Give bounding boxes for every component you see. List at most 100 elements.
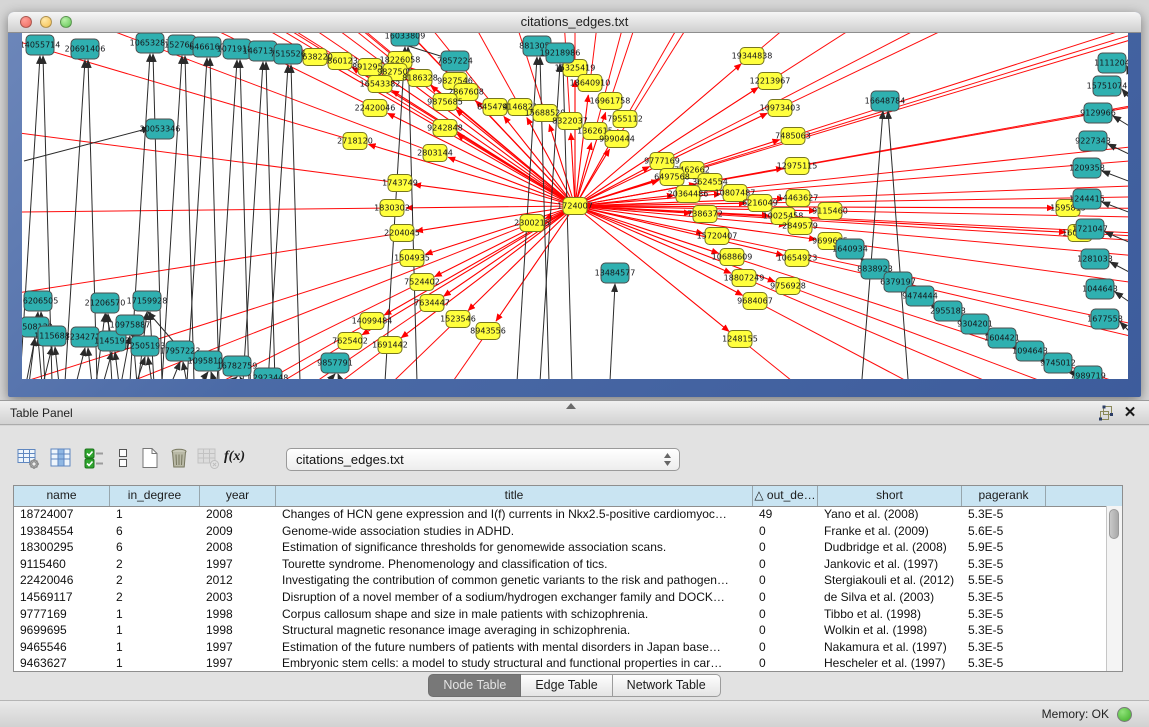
float-panel-button[interactable] bbox=[1097, 405, 1115, 422]
graph-node[interactable]: 13484577 bbox=[595, 263, 636, 283]
import-table-button[interactable] bbox=[196, 446, 220, 470]
graph-node[interactable]: 7485063 bbox=[775, 128, 811, 145]
graph-node[interactable]: 2955183 bbox=[930, 301, 966, 321]
row-height-button[interactable] bbox=[111, 446, 135, 470]
window-titlebar[interactable]: citations_edges.txt bbox=[8, 12, 1141, 33]
graph-node[interactable]: 17159928 bbox=[127, 291, 168, 311]
graph-node[interactable]: 7634447 bbox=[414, 295, 450, 312]
column-header-out_degree[interactable]: △ out_de… bbox=[753, 486, 818, 506]
graph-node[interactable]: 12213967 bbox=[750, 73, 791, 90]
graph-node[interactable]: 7515526 bbox=[270, 44, 306, 64]
graph-node[interactable]: 21206570 bbox=[85, 293, 126, 313]
graph-node[interactable]: 9304201 bbox=[957, 314, 993, 334]
graph-node[interactable]: 10654923 bbox=[777, 250, 818, 267]
svg-text:15325419: 15325419 bbox=[555, 64, 596, 73]
graph-node[interactable]: 10688609 bbox=[712, 249, 753, 266]
show-column-button[interactable] bbox=[49, 446, 73, 470]
graph-node[interactable]: 1743749 bbox=[382, 175, 418, 192]
graph-node[interactable]: 1721047 bbox=[1072, 219, 1108, 239]
network-canvas[interactable]: 1724007886012389129551822605898275031654… bbox=[22, 33, 1128, 379]
column-header-year[interactable]: year bbox=[200, 486, 276, 506]
graph-node[interactable]: 18640910 bbox=[570, 75, 611, 92]
table-row[interactable]: 2242004622012Investigating the contribut… bbox=[14, 572, 1107, 589]
table-row[interactable]: 1872400712008Changes of HCN gene express… bbox=[14, 506, 1107, 523]
graph-node[interactable]: 9227343 bbox=[1075, 131, 1111, 151]
svg-text:1044643: 1044643 bbox=[1082, 285, 1118, 294]
column-header-short[interactable]: short bbox=[818, 486, 962, 506]
graph-node[interactable]: 2204045 bbox=[384, 225, 420, 242]
graph-node[interactable]: 1111204 bbox=[1094, 53, 1128, 73]
graph-node[interactable]: 7989719 bbox=[1070, 366, 1106, 379]
scrollbar-thumb[interactable] bbox=[1109, 509, 1119, 539]
graph-node[interactable]: 1677558 bbox=[1087, 309, 1123, 329]
graph-node[interactable]: 20053346 bbox=[140, 119, 181, 139]
svg-text:16543382: 16543382 bbox=[360, 80, 401, 89]
column-header-name[interactable]: name bbox=[14, 486, 110, 506]
graph-node[interactable]: 9115460 bbox=[812, 203, 848, 220]
graph-node[interactable]: 9129966 bbox=[1080, 103, 1116, 123]
table-options-button[interactable] bbox=[16, 446, 40, 470]
graph-node[interactable]: 1523546 bbox=[440, 311, 476, 328]
table-row[interactable]: 946362711997Embryonic stem cells: a mode… bbox=[14, 655, 1107, 672]
create-column-button[interactable] bbox=[138, 446, 162, 470]
graph-node[interactable]: 12975115 bbox=[777, 158, 818, 175]
function-builder-button[interactable]: f(x) bbox=[224, 449, 245, 465]
graph-node[interactable]: 14099484 bbox=[352, 313, 393, 330]
table-row[interactable]: 1938455462009Genome-wide association stu… bbox=[14, 523, 1107, 540]
graph-node[interactable]: 7857224 bbox=[437, 51, 473, 71]
graph-node[interactable]: 15720407 bbox=[697, 228, 738, 245]
table-cell-pagerank: 5.3E-5 bbox=[962, 589, 1046, 606]
table-row[interactable]: 911546021997Tourette syndrome. Phenomeno… bbox=[14, 556, 1107, 573]
graph-node[interactable]: 7955112 bbox=[607, 111, 643, 128]
graph-node[interactable]: 1248155 bbox=[722, 331, 758, 348]
column-header-pagerank[interactable]: pagerank bbox=[962, 486, 1046, 506]
table-row[interactable]: 969969511998Structural magnetic resonanc… bbox=[14, 622, 1107, 639]
table-row[interactable]: 946554611997Estimation of the future num… bbox=[14, 639, 1107, 656]
graph-node[interactable]: 1244415 bbox=[1069, 189, 1105, 209]
graph-node[interactable]: 1604421 bbox=[984, 328, 1020, 348]
graph-node[interactable]: 10975887 bbox=[110, 315, 151, 335]
graph-node[interactable]: 1044643 bbox=[1082, 279, 1118, 299]
graph-node[interactable]: 2803144 bbox=[417, 145, 453, 162]
delete-column-button[interactable] bbox=[167, 446, 191, 470]
tab-edge-table[interactable]: Edge Table bbox=[521, 674, 612, 697]
select-columns-button[interactable] bbox=[82, 446, 106, 470]
graph-node[interactable]: 15751074 bbox=[1087, 76, 1128, 96]
tab-node-table[interactable]: Node Table bbox=[428, 674, 521, 697]
graph-node[interactable]: 9857791 bbox=[317, 353, 353, 373]
graph-node[interactable]: 1691442 bbox=[372, 337, 408, 354]
graph-node[interactable]: 26206505 bbox=[22, 291, 58, 311]
svg-text:1209358: 1209358 bbox=[1069, 164, 1105, 173]
table-row[interactable]: 1830029562008Estimation of significance … bbox=[14, 539, 1107, 556]
graph-node[interactable]: 16961758 bbox=[590, 93, 631, 110]
vertical-scrollbar[interactable] bbox=[1106, 506, 1122, 671]
svg-text:9242848: 9242848 bbox=[427, 124, 463, 133]
graph-node[interactable]: 19218986 bbox=[540, 43, 581, 63]
graph-node[interactable]: 20691406 bbox=[65, 39, 106, 59]
split-pane-handle[interactable] bbox=[566, 403, 576, 409]
tab-network-table[interactable]: Network Table bbox=[613, 674, 721, 697]
table-selector-dropdown[interactable]: citations_edges.txt bbox=[286, 448, 680, 471]
graph-node[interactable]: 1504935 bbox=[394, 250, 430, 267]
table-row[interactable]: 977716911998Corpus callosum shape and si… bbox=[14, 606, 1107, 623]
svg-text:8322037: 8322037 bbox=[552, 117, 588, 126]
column-header-filler[interactable] bbox=[1046, 486, 1104, 506]
table-row[interactable]: 1456911722003Disruption of a novel membe… bbox=[14, 589, 1107, 606]
close-panel-button[interactable]: ✕ bbox=[1121, 405, 1139, 422]
graph-node[interactable]: 9745012 bbox=[1040, 353, 1076, 373]
table-panel-header[interactable]: Table Panel ✕ bbox=[0, 400, 1149, 425]
graph-node[interactable]: 1830302 bbox=[374, 200, 410, 217]
graph-node[interactable]: 1640934 bbox=[832, 239, 868, 259]
graph-node[interactable]: 2718120 bbox=[337, 133, 373, 150]
graph-node[interactable]: 19344838 bbox=[732, 48, 773, 65]
graph-node[interactable]: 9474444 bbox=[902, 286, 938, 306]
network-view[interactable]: 1724007886012389129551822605898275031654… bbox=[22, 33, 1128, 379]
column-header-in_degree[interactable]: in_degree bbox=[110, 486, 200, 506]
column-header-title[interactable]: title bbox=[276, 486, 753, 506]
memory-indicator[interactable] bbox=[1117, 707, 1132, 722]
graph-node[interactable]: 1209358 bbox=[1069, 158, 1105, 178]
graph-node[interactable]: 14463627 bbox=[778, 190, 819, 207]
graph-node[interactable]: 8943556 bbox=[470, 323, 506, 340]
graph-node[interactable]: 16648784 bbox=[865, 91, 906, 111]
graph-node[interactable]: 1281033 bbox=[1077, 249, 1113, 269]
